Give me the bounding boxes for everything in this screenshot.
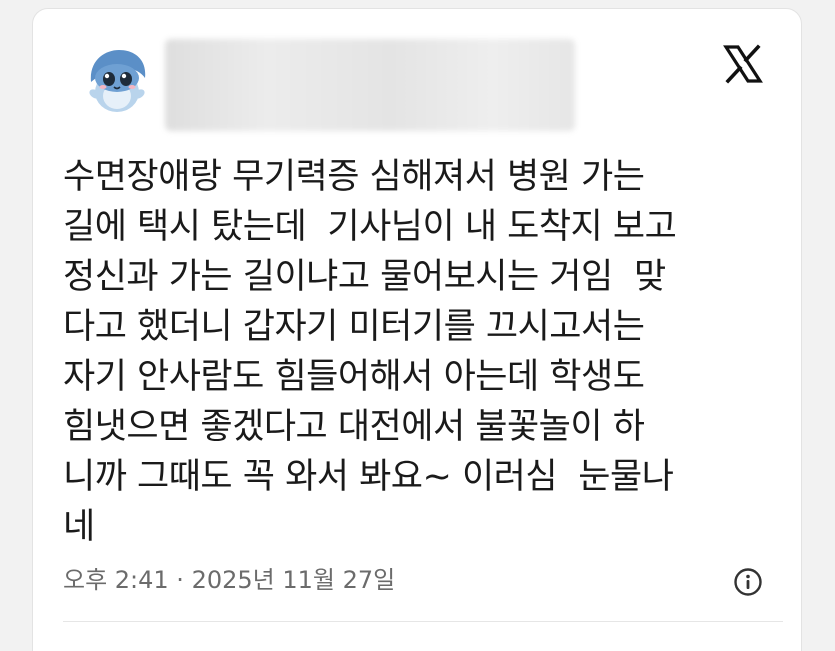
info-icon[interactable] (733, 567, 763, 597)
x-logo-icon[interactable] (723, 44, 763, 84)
card-divider (63, 621, 783, 622)
post-text-line: 자기 안사람도 힘들어해서 아는데 학생도 (63, 357, 645, 397)
post-text-line: 다고 했더니 갑자기 미터기를 끄시고서는 (63, 307, 645, 347)
post-card: 수면장애랑 무기력증 심해져서 병원 가는 길에 택시 탔는데 기사님이 내 도… (32, 8, 802, 651)
author-name-blurred (165, 39, 575, 131)
post-timestamp[interactable]: 오후 2:41 · 2025년 11월 27일 (63, 563, 395, 597)
blue-ghost-mascot-avatar-icon (79, 42, 155, 118)
post-text-line: 니까 그때도 꼭 와서 봐요~ 이러심 눈물나 (63, 457, 674, 497)
post-text-line: 힘냇으면 좋겠다고 대전에서 불꽃놀이 하 (63, 407, 645, 447)
post-text-line: 정신과 가는 길이냐고 물어보시는 거임 맞 (63, 257, 666, 297)
post-text: 수면장애랑 무기력증 심해져서 병원 가는 길에 택시 탔는데 기사님이 내 도… (63, 152, 783, 552)
author-avatar[interactable] (79, 42, 155, 118)
post-text-line: 네 (63, 507, 95, 547)
post-text-line: 길에 택시 탔는데 기사님이 내 도착지 보고 (63, 207, 677, 247)
post-text-line: 수면장애랑 무기력증 심해져서 병원 가는 (63, 157, 645, 197)
